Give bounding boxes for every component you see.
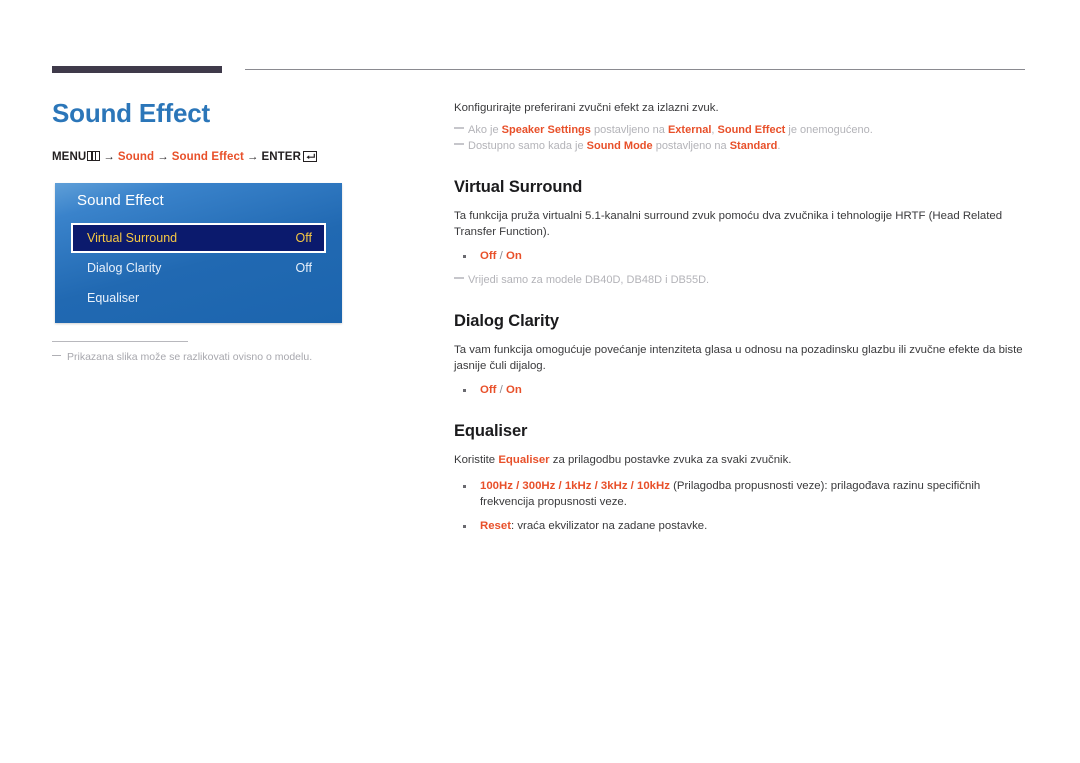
breadcrumb-enter-label: ENTER <box>261 151 301 163</box>
section-heading-equaliser: Equaliser <box>454 422 528 440</box>
memo-term-standard: Standard <box>729 140 778 152</box>
option-separator: / <box>496 384 506 396</box>
option-on: On <box>505 250 522 262</box>
memo-term-sound-effect: Sound Effect <box>717 124 786 136</box>
equaliser-term: Equaliser <box>498 454 550 466</box>
memo-dash-icon <box>454 127 464 129</box>
osd-item-label: Virtual Surround <box>87 231 178 245</box>
header-accent-bar <box>52 66 222 73</box>
memo-term-sound-mode: Sound Mode <box>586 140 653 152</box>
equaliser-bullet-reset: Reset: vraća ekvilizator na zadane posta… <box>454 518 1026 534</box>
osd-panel-title: Sound Effect <box>77 192 164 209</box>
intro-memo-2: Dostupno samo kada je Sound Mode postavl… <box>454 138 1026 154</box>
intro-lead: Konfigurirajte preferirani zvučni efekt … <box>454 102 719 114</box>
breadcrumb-step-sound[interactable]: Sound <box>118 151 154 163</box>
memo-text-2c: . <box>777 140 781 152</box>
osd-item-equaliser[interactable]: Equaliser <box>71 283 326 313</box>
option-list-virtual-surround: Off / On <box>454 248 1026 264</box>
memo-term-external: External <box>667 124 712 136</box>
equaliser-body-pre: Koristite <box>454 454 499 466</box>
breadcrumb-arrow-3: → <box>246 151 259 163</box>
osd-item-label: Equaliser <box>87 291 140 305</box>
enter-arrow-icon <box>302 151 317 162</box>
note-text: Prikazana slika može se razlikovati ovis… <box>67 351 313 363</box>
section-heading-virtual-surround: Virtual Surround <box>454 178 583 196</box>
memo-dash-icon <box>454 143 464 145</box>
memo-text-2a: Dostupno samo kada je <box>468 140 587 152</box>
section-body-equaliser: Koristite Equaliser za prilagodbu postav… <box>454 452 1026 468</box>
breadcrumb-arrow-1: → <box>103 151 115 163</box>
header-divider-line <box>245 69 1025 70</box>
option-on: On <box>505 384 522 396</box>
right-column: Konfigurirajte preferirani zvučni efekt … <box>454 100 1026 534</box>
breadcrumb-arrow-2: → <box>157 151 169 163</box>
option-separator: / <box>496 250 506 262</box>
memo-term-speaker-settings: Speaker Settings <box>501 124 591 136</box>
breadcrumb-menu-label: MENU <box>52 151 87 163</box>
memo-text: Vrijedi samo za modele DB40D, DB48D i DB… <box>468 274 710 286</box>
memo-text-2b: postavljeno na <box>652 140 730 152</box>
note-divider <box>52 341 188 342</box>
equaliser-frequency-values: 100Hz / 300Hz / 1kHz / 3kHz / 10kHz <box>480 480 670 492</box>
memo-text-1d: je onemogućeno. <box>785 124 873 136</box>
section-heading-dialog-clarity: Dialog Clarity <box>454 312 559 330</box>
left-note-block: Prikazana slika može se razlikovati ovis… <box>52 341 352 364</box>
breadcrumb: MENU → Sound → Sound Effect → ENTER <box>52 151 412 163</box>
osd-item-value: Off <box>295 231 312 245</box>
osd-menu-list: Virtual Surround Off Dialog Clarity Off … <box>71 223 326 313</box>
memo-text-1b: postavljeno na <box>590 124 668 136</box>
equaliser-bullet-frequencies: 100Hz / 300Hz / 1kHz / 3kHz / 10kHz (Pri… <box>454 478 1026 510</box>
osd-menu-panel: Sound Effect Virtual Surround Off Dialog… <box>55 183 342 323</box>
section-body-dialog-clarity: Ta vam funkcija omogućuje povećanje inte… <box>454 344 1023 372</box>
section-memo-virtual-surround: Vrijedi samo za modele DB40D, DB48D i DB… <box>454 272 1026 288</box>
option-off: Off <box>480 384 497 396</box>
osd-item-dialog-clarity[interactable]: Dialog Clarity Off <box>71 253 326 283</box>
option-list-dialog-clarity: Off / On <box>454 382 1026 398</box>
memo-dash-icon <box>454 277 464 279</box>
equaliser-reset-desc: : vraća ekvilizator na zadane postavke. <box>511 520 708 532</box>
osd-item-virtual-surround[interactable]: Virtual Surround Off <box>71 223 326 253</box>
left-column: Sound Effect MENU → Sound → Sound Effect → ENT… <box>52 96 412 163</box>
memo-text-1a: Ako je <box>468 124 502 136</box>
intro-memo-1: Ako je Speaker Settings postavljeno na E… <box>454 122 1026 138</box>
note-dash-icon <box>52 355 61 356</box>
equaliser-body-post: za prilagodbu postavke zvuka za svaki zv… <box>549 454 792 466</box>
breadcrumb-step-sound-effect[interactable]: Sound Effect <box>172 151 244 163</box>
section-body-virtual-surround: Ta funkcija pruža virtualni 5.1-kanalni … <box>454 210 1003 238</box>
note-line: Prikazana slika može se razlikovati ovis… <box>52 350 352 364</box>
equaliser-reset-term: Reset <box>480 520 512 532</box>
option-off: Off <box>480 250 497 262</box>
osd-item-value: Off <box>295 261 312 275</box>
osd-item-label: Dialog Clarity <box>87 261 162 275</box>
menu-grid-icon <box>87 151 101 161</box>
page-title: Sound Effect <box>52 98 210 128</box>
